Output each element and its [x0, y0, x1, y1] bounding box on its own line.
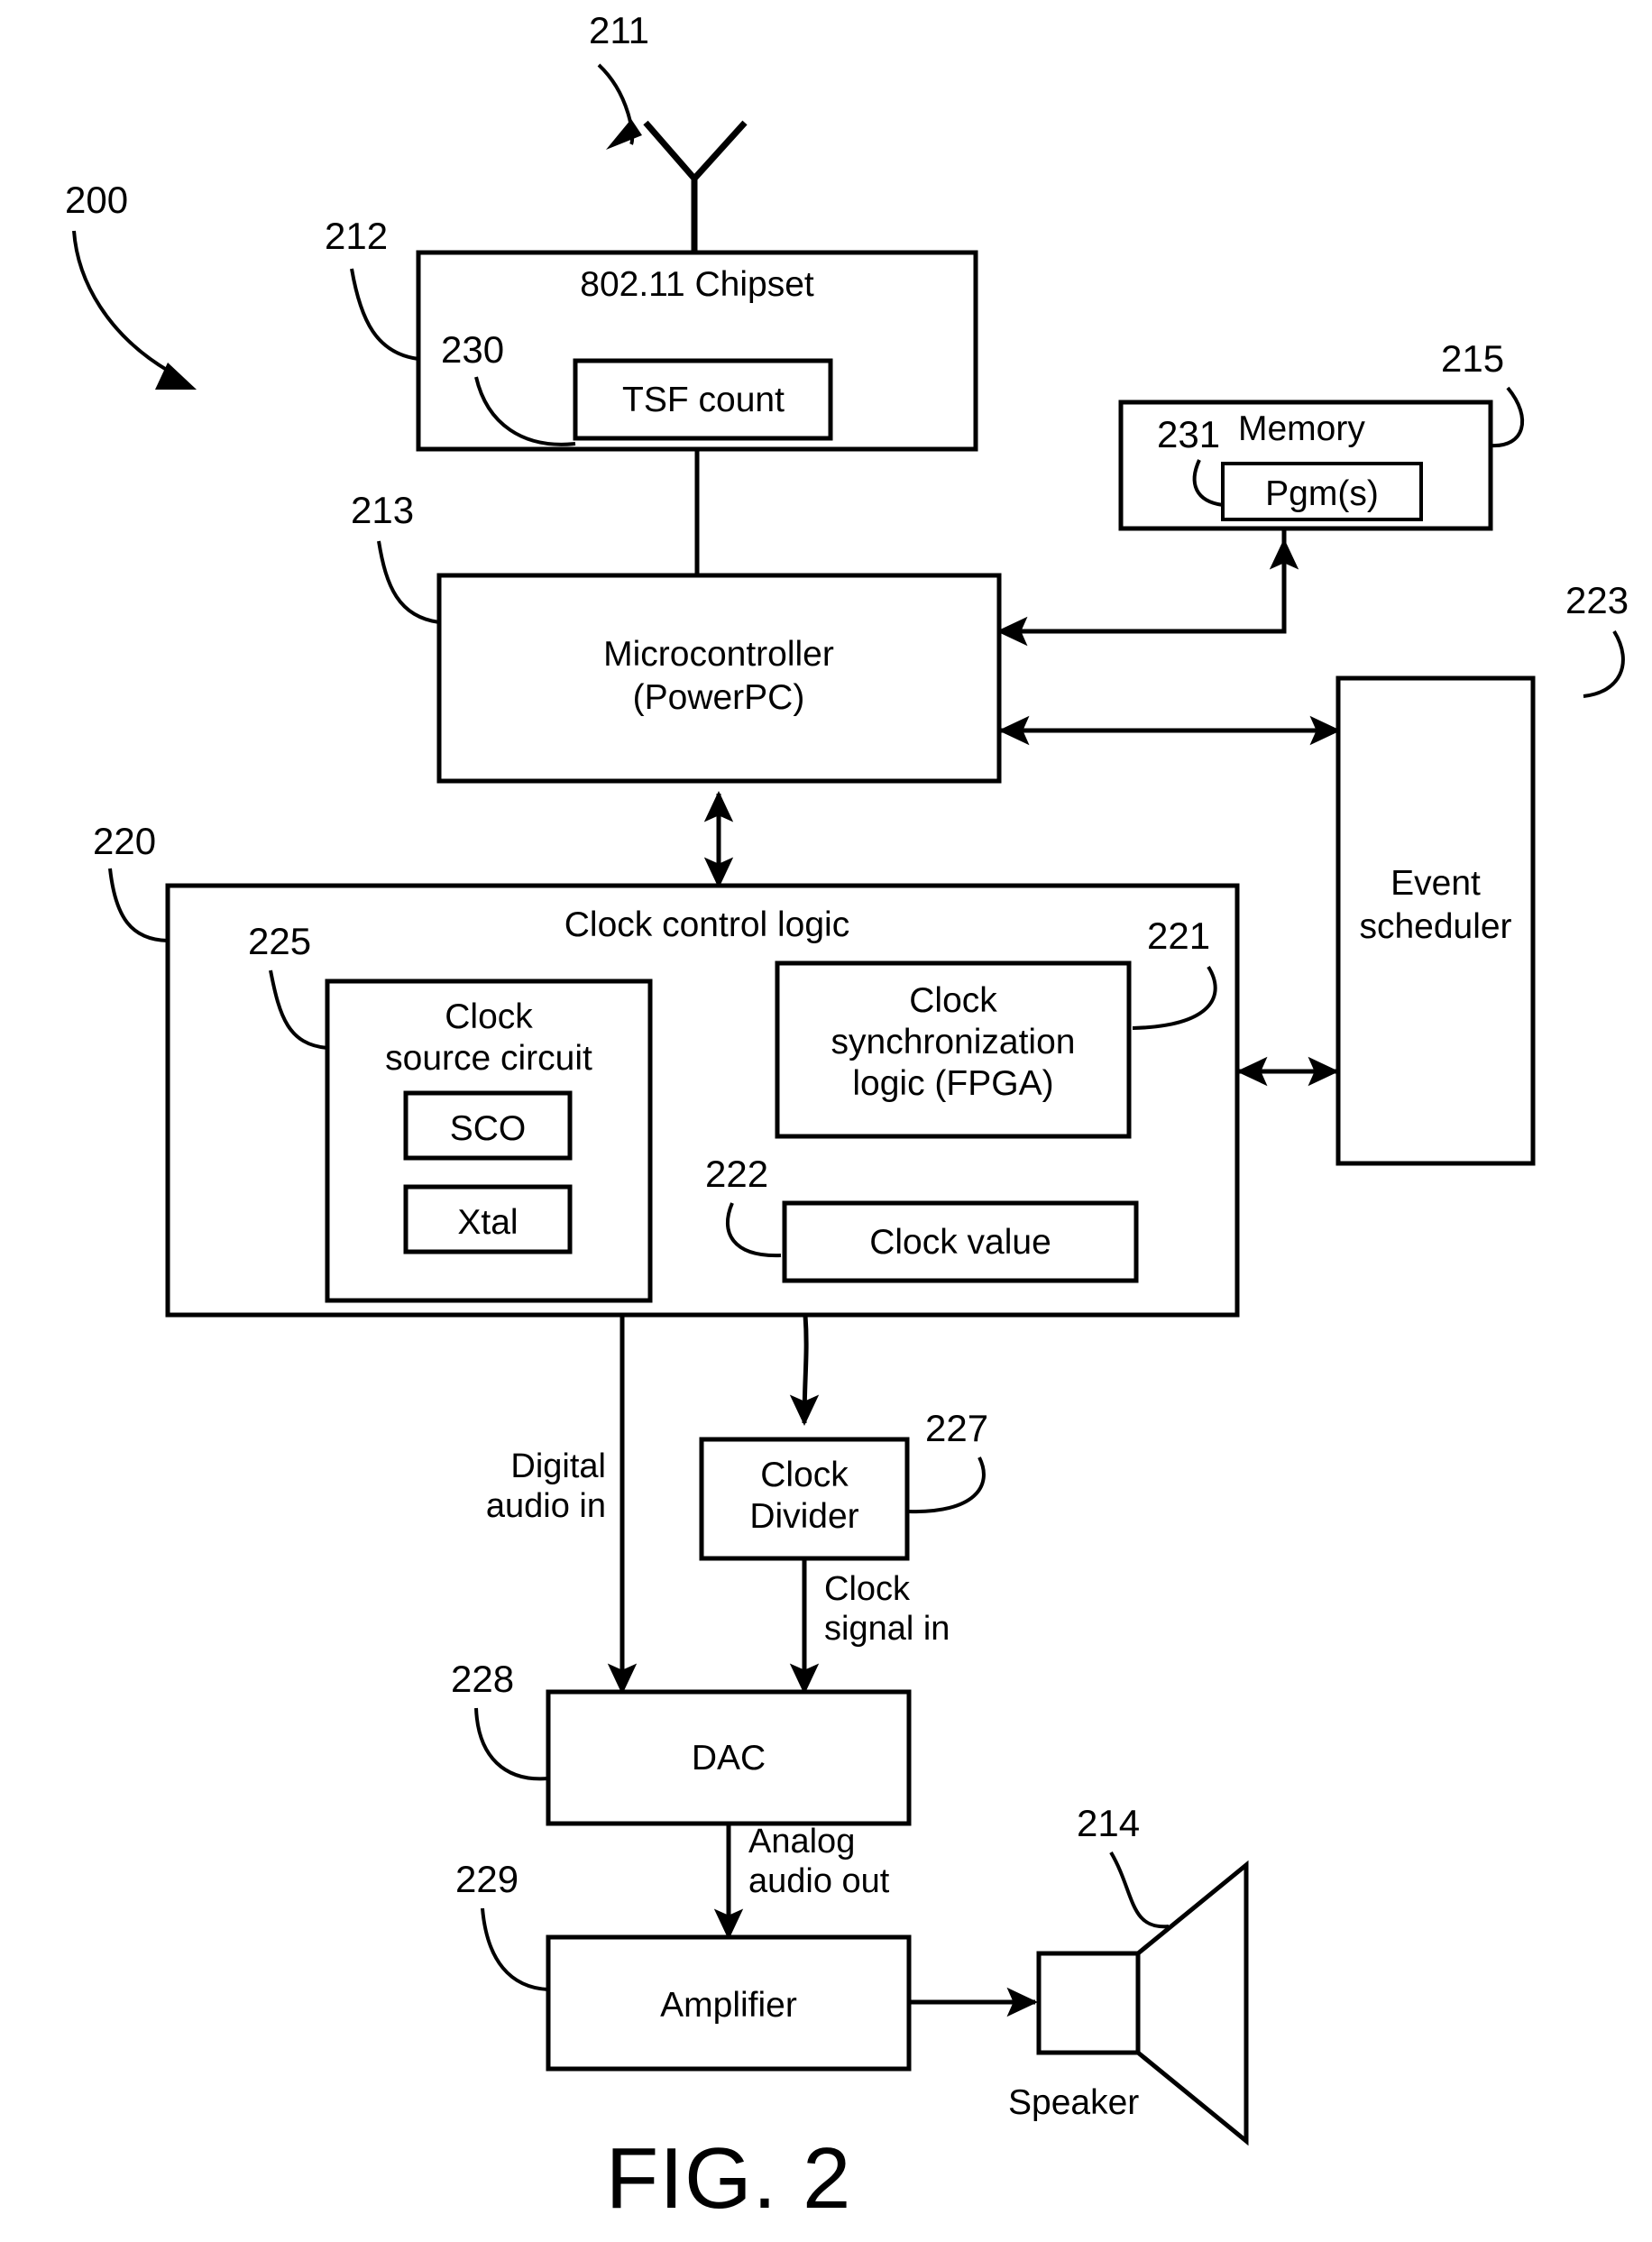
sco-label: SCO	[450, 1109, 527, 1148]
antenna-group: 211	[589, 9, 748, 253]
chipset-ref-212: 212	[325, 215, 419, 361]
dac-label: DAC	[692, 1739, 766, 1778]
leader-line-220	[108, 868, 169, 942]
diagram-canvas: 200 211 802.11 Chipset 230 TSF count 212…	[65, 9, 1629, 2227]
connector-memory-to-mcu	[996, 528, 1287, 647]
leader-line-227	[908, 1456, 986, 1514]
dac-block[interactable]: DAC	[546, 1689, 912, 1826]
leader-line-214	[1109, 1851, 1170, 1929]
connector-clock-to-divider	[789, 1314, 820, 1426]
digital-audio-in-label-line1: Digital	[510, 1447, 606, 1485]
leader-line-213	[377, 540, 440, 624]
clock-divider-ref-227: 227	[908, 1407, 988, 1514]
ref-label-200: 200	[65, 179, 128, 221]
speaker-body-icon[interactable]	[1036, 1951, 1141, 2055]
microcontroller-block[interactable]: Microcontroller (PowerPC)	[436, 573, 1002, 784]
antenna-left-arm-icon	[643, 120, 697, 181]
memory-label: Memory	[1238, 409, 1365, 448]
amplifier-label: Amplifier	[660, 1986, 797, 2025]
ref-label-214: 214	[1077, 1802, 1140, 1844]
event-scheduler-block[interactable]: Event scheduler	[1335, 675, 1536, 1166]
clock-source-circuit-label-line2: source circuit	[385, 1039, 592, 1078]
leader-line-200	[72, 230, 171, 373]
clock-signal-in-label-line2: signal in	[824, 1610, 950, 1648]
leader-line-223	[1583, 629, 1625, 698]
clock-signal-in-label-line1: Clock	[824, 1570, 911, 1608]
antenna-right-arm-icon	[692, 120, 748, 181]
speaker-block[interactable]: Speaker	[1008, 1860, 1249, 2146]
event-scheduler-ref-223: 223	[1565, 579, 1629, 698]
ref-label-221: 221	[1147, 914, 1210, 957]
ref-label-229: 229	[455, 1858, 519, 1900]
dac-ref-228: 228	[451, 1658, 549, 1781]
ref-label-223: 223	[1565, 579, 1629, 621]
amplifier-block[interactable]: Amplifier	[546, 1934, 912, 2072]
microcontroller-label-line2: (PowerPC)	[633, 678, 805, 717]
figure-caption: FIG. 2	[606, 2130, 852, 2227]
xtal-label: Xtal	[457, 1203, 518, 1242]
digital-audio-in-label-line2: audio in	[486, 1487, 606, 1525]
ref-label-215: 215	[1441, 337, 1504, 380]
ref-label-222: 222	[705, 1153, 768, 1195]
tsf-count-label: TSF count	[622, 381, 785, 419]
ref-label-231: 231	[1157, 413, 1220, 455]
ref-label-213: 213	[351, 489, 414, 531]
clock-value-block[interactable]: Clock value	[782, 1200, 1139, 1283]
clock-divider-label-line1: Clock	[760, 1456, 849, 1494]
analog-audio-out-label-line2: audio out	[748, 1862, 890, 1900]
ref-label-225: 225	[248, 920, 311, 962]
microcontroller-ref-213: 213	[351, 489, 440, 624]
speaker-label: Speaker	[1008, 2083, 1139, 2122]
microcontroller-label-line1: Microcontroller	[603, 635, 834, 674]
ref-label-220: 220	[93, 820, 156, 862]
speaker-ref-214: 214	[1077, 1802, 1170, 1929]
analog-audio-out-label-line1: Analog	[748, 1823, 855, 1861]
leader-line-215	[1491, 386, 1525, 448]
clock-control-logic-ref-220: 220	[93, 820, 169, 942]
clock-value-label: Clock value	[869, 1223, 1051, 1262]
leader-line-229	[481, 1907, 549, 1991]
clock-divider-block[interactable]: Clock Divider	[699, 1437, 910, 1561]
clock-source-circuit-block[interactable]: Clock source circuit SCO Xtal	[325, 979, 653, 1303]
clock-sync-logic-label-line3: logic (FPGA)	[852, 1064, 1053, 1103]
system-ref-200: 200	[65, 179, 197, 390]
clock-sync-logic-label-line1: Clock	[909, 981, 997, 1020]
event-scheduler-label-line2: scheduler	[1359, 907, 1511, 946]
leader-line-228	[474, 1707, 549, 1781]
memory-block[interactable]: Memory 231 Pgm(s)	[1118, 400, 1493, 531]
clock-sync-logic-block[interactable]: Clock synchronization logic (FPGA)	[775, 960, 1132, 1139]
patent-figure: 200 211 802.11 Chipset 230 TSF count 212…	[0, 0, 1652, 2242]
ref-label-227: 227	[925, 1407, 988, 1449]
ref-label-228: 228	[451, 1658, 514, 1700]
chipset-block[interactable]: 802.11 Chipset 230 TSF count	[416, 250, 978, 452]
ref-label-212: 212	[325, 215, 388, 257]
amplifier-ref-229: 229	[455, 1858, 549, 1991]
leader-line-212	[350, 268, 419, 361]
leader-arrowhead-211	[606, 119, 642, 150]
ref-label-230: 230	[441, 328, 504, 371]
clock-divider-label-line2: Divider	[749, 1497, 858, 1536]
chipset-label: 802.11 Chipset	[580, 265, 814, 304]
speaker-cone-icon[interactable]	[1135, 1860, 1249, 2146]
clock-source-circuit-label-line1: Clock	[445, 997, 533, 1036]
clock-sync-logic-label-line2: synchronization	[831, 1023, 1076, 1061]
event-scheduler-label-line1: Event	[1390, 864, 1481, 903]
clock-control-logic-label: Clock control logic	[564, 905, 849, 944]
ref-label-211: 211	[589, 9, 649, 51]
pgms-label: Pgm(s)	[1265, 474, 1379, 513]
